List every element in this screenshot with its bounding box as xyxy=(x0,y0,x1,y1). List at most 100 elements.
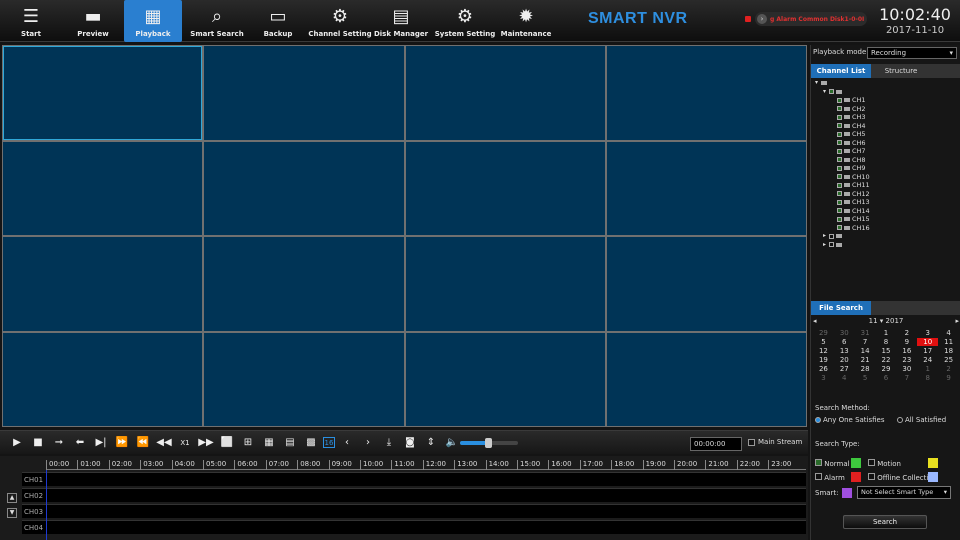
slow-icon[interactable]: ◀◀ xyxy=(155,435,173,451)
calendar-day[interactable]: 10 xyxy=(917,338,939,346)
tree-checkbox[interactable] xyxy=(837,123,842,129)
undefined[interactable]: CH11 xyxy=(815,181,959,190)
video-cell[interactable] xyxy=(204,332,404,426)
scroll-down-icon[interactable]: ▼ xyxy=(7,508,17,518)
video-cell[interactable] xyxy=(606,237,806,331)
undefined[interactable]: CH6 xyxy=(815,139,959,148)
nav-smart-search[interactable]: ⌕ Smart Search xyxy=(188,0,246,42)
calendar-day[interactable]: 5 xyxy=(813,338,834,346)
calendar-day[interactable]: 15 xyxy=(876,347,897,355)
nav-backup[interactable]: ▭ Backup xyxy=(258,0,298,42)
calendar-day[interactable]: 28 xyxy=(855,365,876,373)
timeline-cursor[interactable] xyxy=(46,470,47,540)
tree-checkbox[interactable] xyxy=(837,106,842,112)
calendar-day[interactable]: 3 xyxy=(813,374,834,382)
expand-icon[interactable]: ▸ xyxy=(823,241,826,250)
expand-icon[interactable]: ▸ xyxy=(823,232,826,241)
calendar-day[interactable]: 14 xyxy=(855,347,876,355)
main-stream-option[interactable]: Main Stream xyxy=(748,438,802,446)
download-icon[interactable]: ⤓ xyxy=(380,435,398,451)
layout-9-icon[interactable]: ▩ xyxy=(302,435,320,451)
calendar-day[interactable]: 9 xyxy=(896,338,917,346)
timeline-track[interactable]: CH02 xyxy=(22,488,806,502)
tree-checkbox[interactable] xyxy=(829,89,835,95)
normal-option[interactable]: Normal xyxy=(815,459,850,468)
video-cell[interactable] xyxy=(204,237,404,331)
nav-maintenance[interactable]: ✹ Maintenance xyxy=(500,0,552,42)
undefined[interactable]: CH3 xyxy=(815,113,959,122)
tree-checkbox[interactable] xyxy=(837,157,842,163)
calendar-day[interactable]: 3 xyxy=(917,329,938,337)
calendar-day[interactable]: 19 xyxy=(813,356,834,364)
alarm-option[interactable]: Alarm xyxy=(815,473,845,482)
undefined[interactable]: CH12 xyxy=(815,190,959,199)
timeline[interactable]: 00:00 01:00 02:00 03:00 04:00 05:00 06:00 07:00… xyxy=(0,456,808,540)
undefined[interactable]: ▾ xyxy=(815,88,959,97)
video-cell[interactable] xyxy=(405,332,605,426)
calendar-day[interactable]: 11 xyxy=(938,338,959,346)
layout-4-icon[interactable]: ⊞ xyxy=(239,435,257,451)
calendar-day[interactable]: 27 xyxy=(834,365,855,373)
tree-checkbox[interactable] xyxy=(837,225,842,231)
undefined[interactable]: CH7 xyxy=(815,147,959,156)
calendar-day[interactable]: 8 xyxy=(876,338,897,346)
undefined[interactable]: ▸ xyxy=(815,232,959,241)
calendar-day[interactable]: 17 xyxy=(917,347,938,355)
all-satisfied-radio[interactable] xyxy=(897,417,903,423)
layout-16-icon[interactable]: 16 xyxy=(323,437,335,448)
tree-checkbox[interactable] xyxy=(837,208,842,214)
timeline-track[interactable]: CH01 xyxy=(22,472,806,486)
nav-disk-manager[interactable]: ▤ Disk Manager xyxy=(374,0,428,42)
tree-checkbox[interactable] xyxy=(837,165,842,171)
nav-preview[interactable]: ▬ Preview xyxy=(72,0,114,42)
volume-knob[interactable] xyxy=(485,438,492,448)
tree-checkbox[interactable] xyxy=(837,216,842,222)
timeline-track[interactable]: CH03 xyxy=(22,504,806,518)
calendar-day[interactable]: 13 xyxy=(834,347,855,355)
offline-option[interactable]: Offline Collectio xyxy=(868,473,933,482)
search-button[interactable]: Search xyxy=(843,515,927,529)
calendar-day[interactable]: 31 xyxy=(855,329,876,337)
tree-checkbox[interactable] xyxy=(829,233,835,239)
calendar-day[interactable]: 23 xyxy=(896,356,917,364)
calendar-day[interactable]: 2 xyxy=(938,365,959,373)
calendar-day[interactable]: 29 xyxy=(876,365,897,373)
undefined[interactable]: CH15 xyxy=(815,215,959,224)
calendar-day[interactable]: 22 xyxy=(876,356,897,364)
calendar-day[interactable]: 29 xyxy=(813,329,834,337)
normal-checkbox[interactable] xyxy=(815,459,822,466)
video-cell[interactable] xyxy=(405,46,605,140)
layout-1-icon[interactable]: ⬜ xyxy=(218,435,236,451)
video-cell[interactable] xyxy=(204,141,404,235)
calendar-day[interactable]: 5 xyxy=(855,374,876,382)
collapse-icon[interactable]: ▾ xyxy=(815,79,818,88)
all-satisfied-option[interactable]: All Satisfied xyxy=(897,416,946,424)
layout-6-icon[interactable]: ▦ xyxy=(260,435,278,451)
tab-structure[interactable]: Structure xyxy=(871,64,931,78)
undefined[interactable]: CH9 xyxy=(815,164,959,173)
next-page-icon[interactable]: › xyxy=(359,435,377,451)
offline-checkbox[interactable] xyxy=(868,473,875,480)
calendar-day[interactable]: 21 xyxy=(855,356,876,364)
smart-type-select[interactable]: Not Select Smart Type ▾ xyxy=(857,486,951,499)
time-input[interactable]: 00:00:00 xyxy=(690,437,742,451)
next-month-icon[interactable]: ▸ xyxy=(955,317,959,325)
calendar-day[interactable]: 7 xyxy=(855,338,876,346)
scroll-up-icon[interactable]: ▲ xyxy=(7,493,17,503)
volume-slider[interactable] xyxy=(460,438,518,448)
layout-8-icon[interactable]: ▤ xyxy=(281,435,299,451)
undefined[interactable]: CH5 xyxy=(815,130,959,139)
tree-checkbox[interactable] xyxy=(837,182,842,188)
any-one-option[interactable]: Any One Satisfies xyxy=(815,416,885,424)
video-cell[interactable] xyxy=(405,141,605,235)
video-cell[interactable] xyxy=(3,332,203,426)
undefined[interactable]: CH4 xyxy=(815,122,959,131)
tree-checkbox[interactable] xyxy=(837,148,842,154)
calendar-day[interactable]: 1 xyxy=(876,329,897,337)
any-one-radio[interactable] xyxy=(815,417,821,423)
calendar-day[interactable]: 25 xyxy=(938,356,959,364)
calendar-day[interactable]: 18 xyxy=(938,347,959,355)
skip-backward-icon[interactable]: ⏪ xyxy=(134,435,152,451)
undefined[interactable]: CH16 xyxy=(815,224,959,233)
video-cell[interactable] xyxy=(3,237,203,331)
